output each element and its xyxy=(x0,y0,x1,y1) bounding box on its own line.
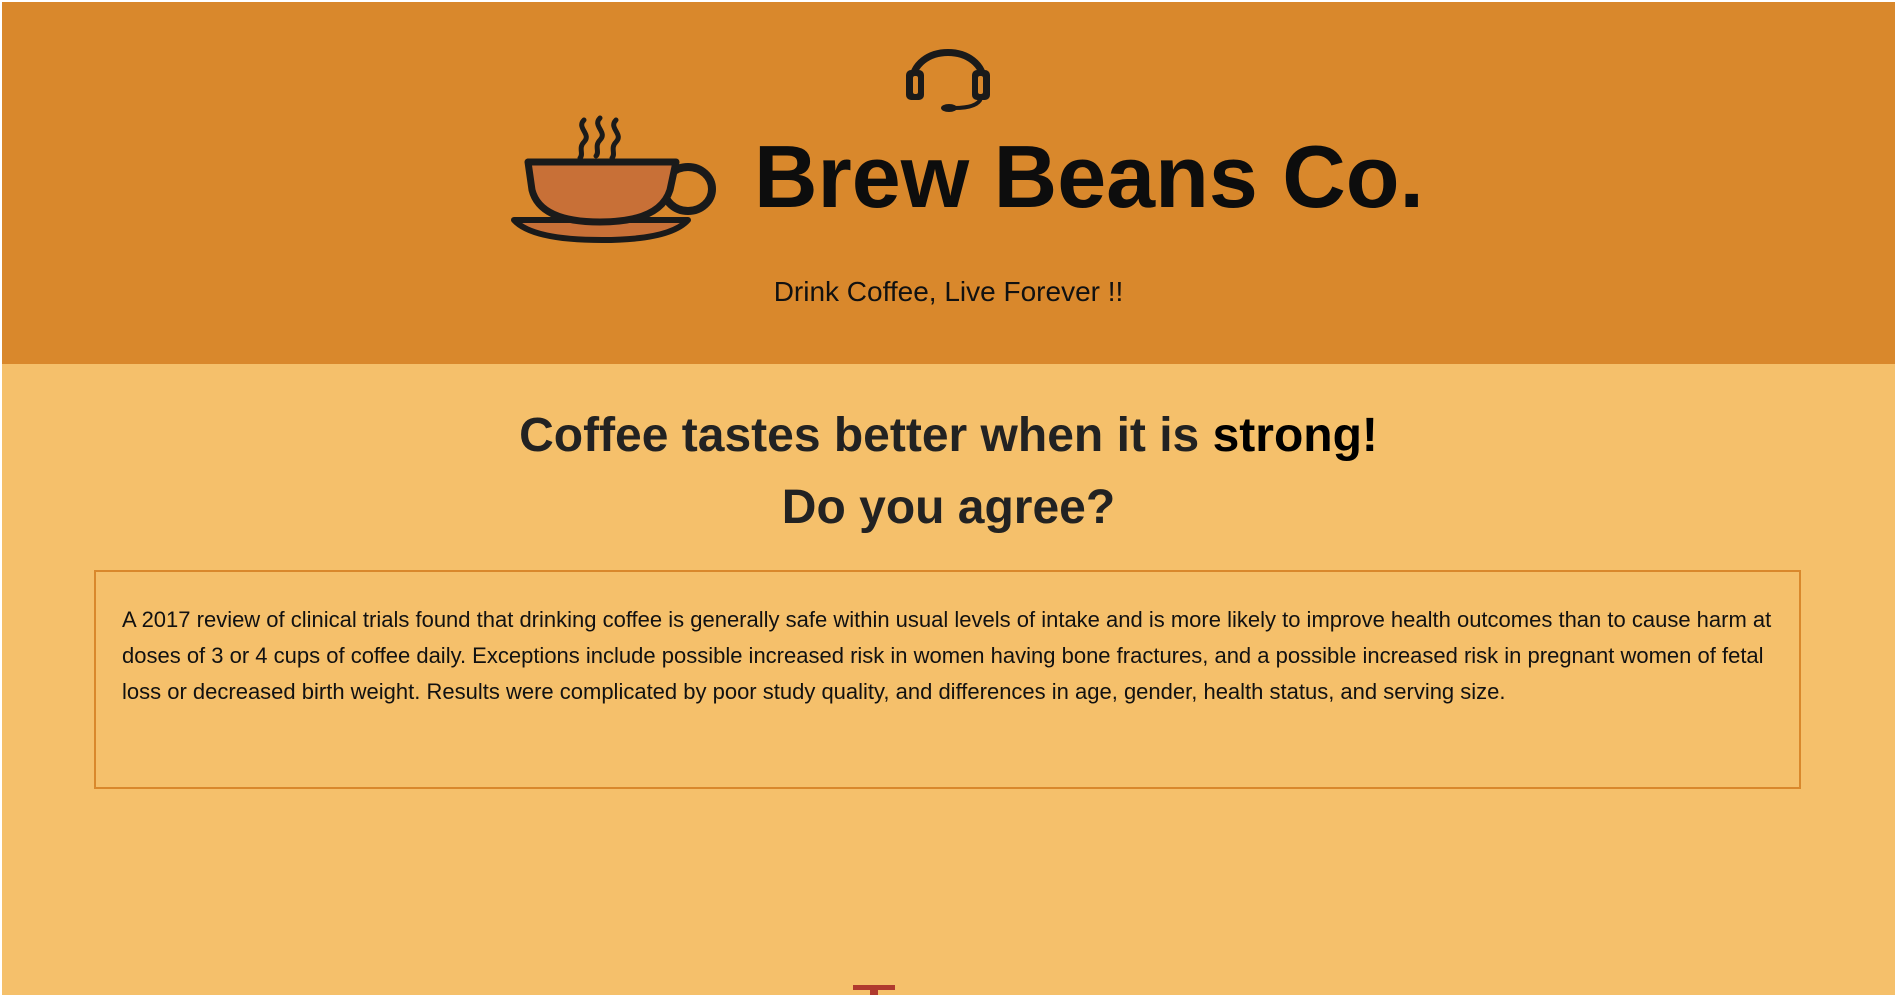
coffee-cup-icon xyxy=(511,115,716,243)
info-paragraph: A 2017 review of clinical trials found t… xyxy=(122,607,1772,704)
tagline: Drink Coffee, Live Forever !! xyxy=(773,276,1124,307)
headline-text: Coffee tastes better when it is xyxy=(519,409,1213,462)
page-frame: Brew Beans Co. Drink Coffee, Live Foreve… xyxy=(2,2,1895,995)
headline-question: Do you agree? xyxy=(781,481,1116,534)
headline: Coffee tastes better when it is strong! D… xyxy=(2,400,1895,544)
headline-emphasis: strong! xyxy=(1212,409,1378,462)
headset-icon[interactable] xyxy=(902,32,994,112)
site-header: Brew Beans Co. Drink Coffee, Live Foreve… xyxy=(2,2,1895,364)
brand-title: Brew Beans Co. xyxy=(754,127,1424,226)
info-box: A 2017 review of clinical trials found t… xyxy=(94,570,1801,789)
partial-red-glyph xyxy=(853,985,895,995)
